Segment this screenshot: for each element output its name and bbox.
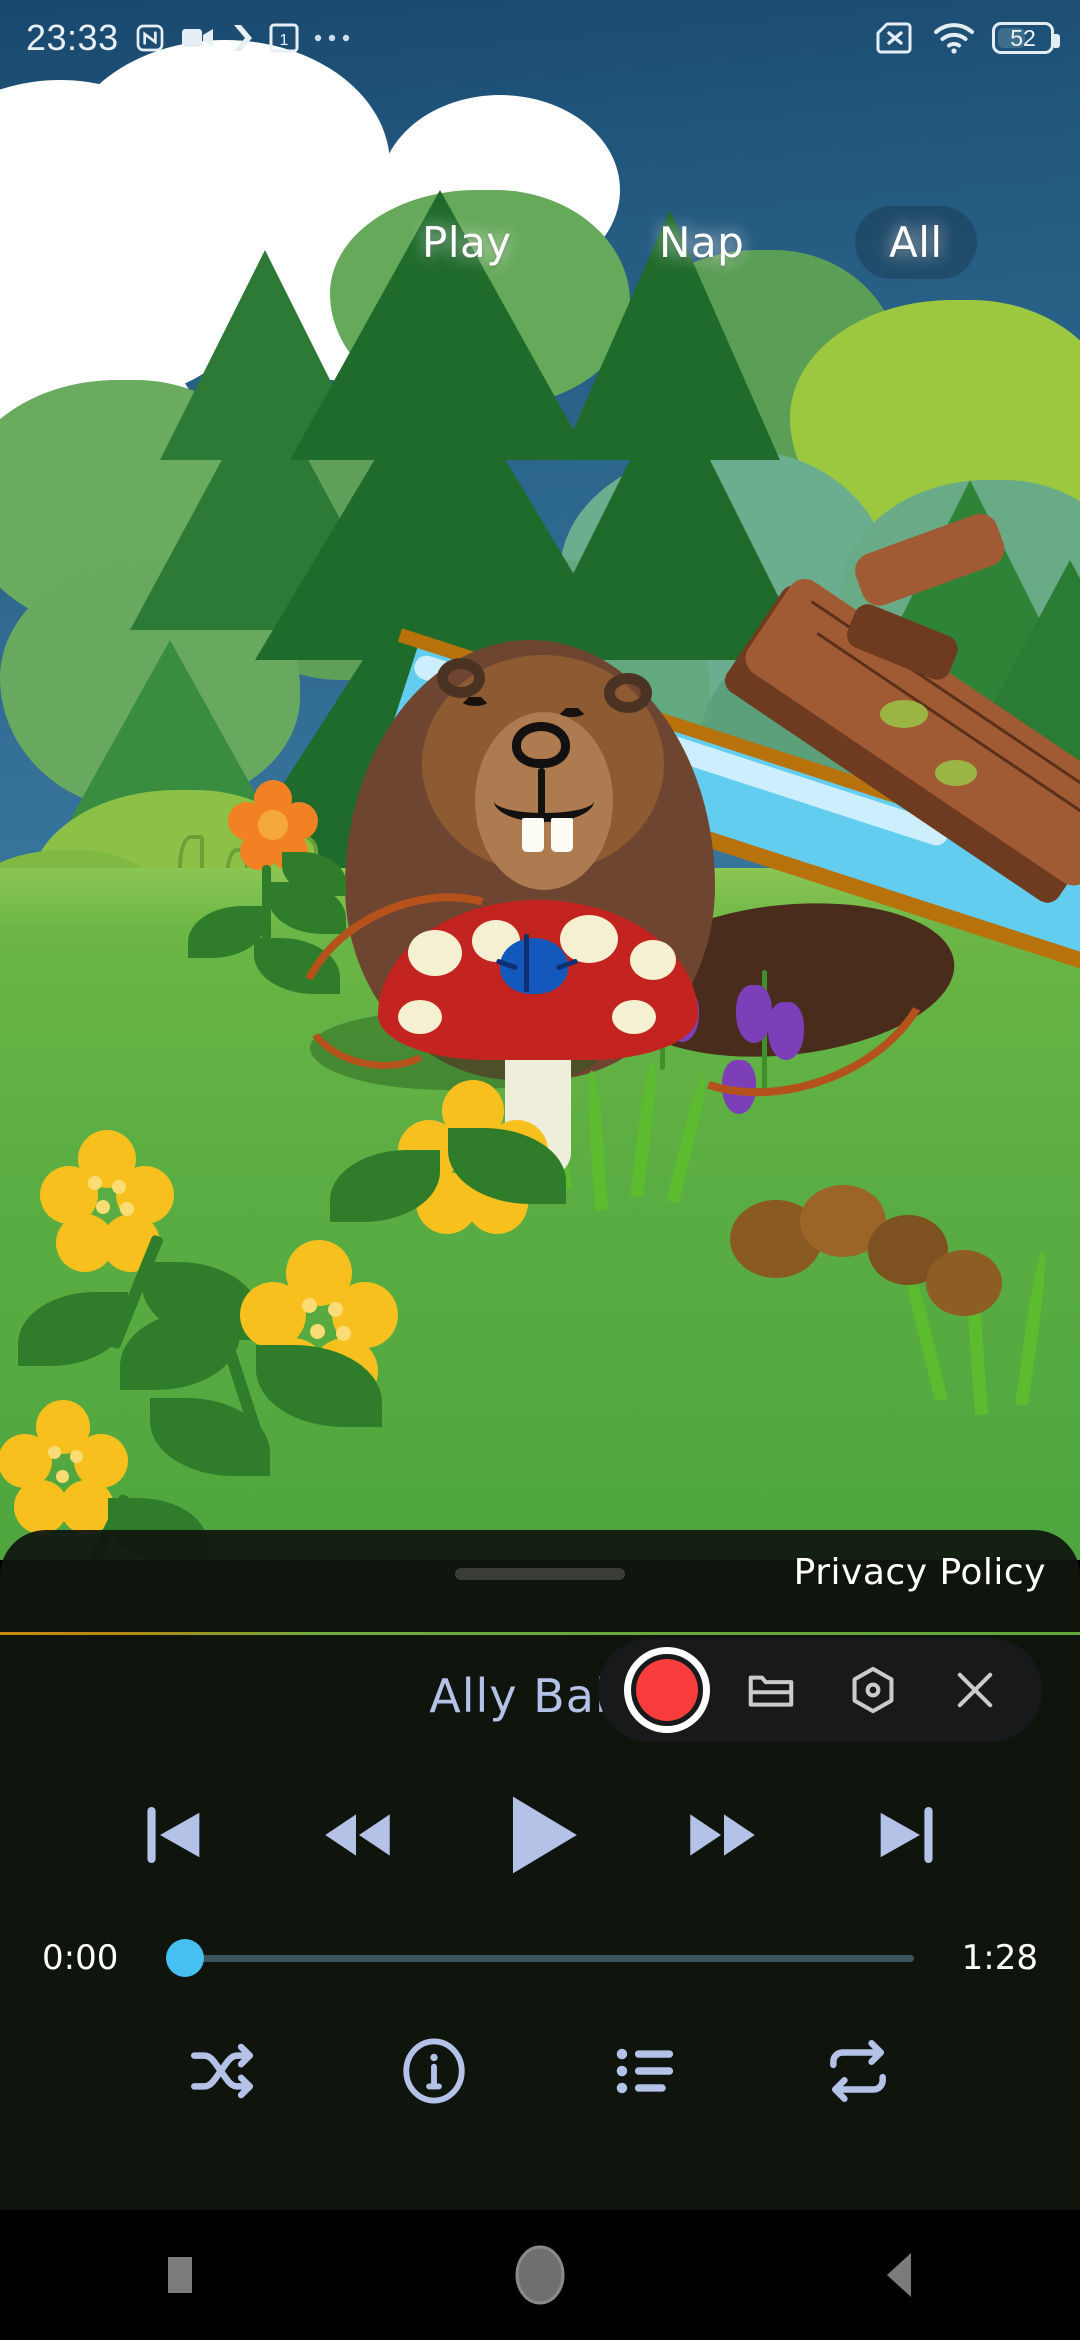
category-tabs: Play Nap All <box>0 196 1080 288</box>
beaver-ear-right <box>604 673 652 713</box>
flower-center <box>48 1446 61 1459</box>
log-moss <box>935 760 977 786</box>
tab-nap[interactable]: Nap <box>625 206 778 279</box>
acorn <box>926 1250 1002 1316</box>
flower-center <box>56 1470 69 1483</box>
svg-text:1: 1 <box>279 32 288 49</box>
android-navigation-bar <box>0 2210 1080 2340</box>
log-moss <box>880 700 928 728</box>
battery-icon: 52 <box>992 22 1060 54</box>
tab-play[interactable]: Play <box>388 206 546 279</box>
battery-level: 52 <box>1010 24 1036 51</box>
flower-center <box>310 1324 325 1339</box>
flower-center <box>88 1176 102 1190</box>
repeat-button[interactable] <box>814 2027 902 2115</box>
previous-track-button[interactable] <box>112 1775 232 1895</box>
panel-header: Privacy Policy <box>0 1530 1080 1632</box>
sim-card-off-icon <box>876 22 916 54</box>
seek-thumb[interactable] <box>166 1939 204 1977</box>
recents-button[interactable] <box>115 2210 245 2340</box>
beaver-eye-right <box>557 703 587 717</box>
privacy-policy-link[interactable]: Privacy Policy <box>794 1552 1046 1593</box>
player-options-row <box>0 2006 1080 2136</box>
folder-button[interactable] <box>730 1649 812 1731</box>
chevron-right-icon <box>230 23 254 53</box>
beaver-tooth-right <box>551 818 573 852</box>
flower-center <box>120 1202 134 1216</box>
close-button[interactable] <box>934 1649 1016 1731</box>
wifi-icon <box>933 22 975 54</box>
flower-center <box>336 1326 351 1341</box>
playlist-button[interactable] <box>602 2027 690 2115</box>
tab-play-label: Play <box>422 217 512 267</box>
phone-screen: 23:33 1 52 Play Nap All Privacy Policy A… <box>0 0 1080 2340</box>
settings-button[interactable] <box>832 1649 914 1731</box>
mushroom-dot <box>560 915 618 963</box>
transport-controls <box>0 1760 1080 1910</box>
status-bar: 23:33 1 52 <box>0 0 1080 76</box>
home-button[interactable] <box>475 2210 605 2340</box>
status-bar-clock: 23:33 <box>26 17 119 58</box>
nfc-icon <box>134 22 166 54</box>
record-dot-icon <box>636 1659 698 1721</box>
flower-center <box>302 1298 317 1313</box>
elapsed-time: 0:00 <box>42 1938 119 1978</box>
shuffle-button[interactable] <box>178 2027 266 2115</box>
next-track-button[interactable] <box>848 1775 968 1895</box>
overflow-dots-icon <box>314 33 350 43</box>
drag-handle[interactable] <box>455 1568 625 1580</box>
info-button[interactable] <box>390 2027 478 2115</box>
screen-record-icon <box>181 25 215 51</box>
rewind-button[interactable] <box>296 1775 416 1895</box>
back-button[interactable] <box>835 2210 965 2340</box>
beaver-mouth <box>494 780 594 822</box>
fast-forward-button[interactable] <box>664 1775 784 1895</box>
notification-count-icon: 1 <box>269 23 299 53</box>
beaver-eye-left <box>460 692 490 706</box>
seek-slider[interactable] <box>166 1936 914 1980</box>
media-player-panel: Privacy Policy Ally Bally 0:00 1:28 <box>0 1530 1080 2210</box>
flower-center <box>112 1180 126 1194</box>
seek-bar-row: 0:00 1:28 <box>0 1910 1080 2006</box>
status-bar-right: 52 <box>876 22 1060 54</box>
status-bar-left: 23:33 1 <box>26 17 350 59</box>
tab-all[interactable]: All <box>855 205 977 279</box>
seek-track <box>166 1954 914 1962</box>
flower-center <box>328 1302 343 1317</box>
flower-center <box>258 810 288 840</box>
play-button[interactable] <box>480 1775 600 1895</box>
flower-center <box>70 1450 83 1463</box>
beaver-tooth-left <box>522 818 544 852</box>
tab-nap-label: Nap <box>659 217 745 267</box>
beaver-nose <box>512 722 570 768</box>
flower-center <box>96 1200 110 1214</box>
record-button[interactable] <box>624 1647 710 1733</box>
tab-all-label: All <box>889 217 943 267</box>
total-time: 1:28 <box>961 1938 1038 1978</box>
screen-recorder-overlay <box>598 1638 1042 1742</box>
